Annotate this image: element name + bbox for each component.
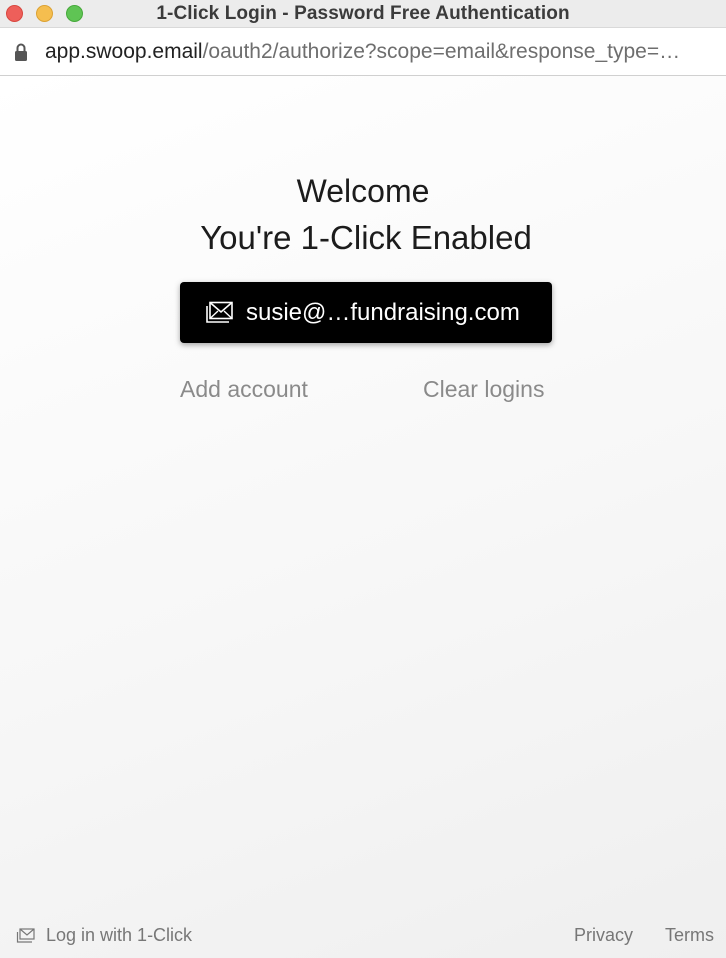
page-content: Welcome You're 1-Click Enabled susie@…fu…	[0, 76, 726, 958]
window-title: 1-Click Login - Password Free Authentica…	[156, 2, 570, 24]
maximize-window-button[interactable]	[66, 5, 83, 22]
clear-logins-link[interactable]: Clear logins	[423, 376, 544, 403]
close-window-button[interactable]	[6, 5, 23, 22]
lock-icon	[15, 43, 27, 61]
url-text[interactable]: app.swoop.email/oauth2/authorize?scope=e…	[45, 40, 680, 64]
account-email-label: susie@…fundraising.com	[246, 298, 520, 326]
url-host: app.swoop.email	[45, 39, 203, 63]
envelope-icon	[16, 927, 35, 943]
minimize-window-button[interactable]	[36, 5, 53, 22]
login-with-label: Log in with 1-Click	[46, 925, 193, 945]
privacy-link[interactable]: Privacy	[574, 925, 633, 946]
browser-window: 1-Click Login - Password Free Authentica…	[0, 0, 726, 958]
url-path: /oauth2/authorize?scope=email&response_t…	[202, 39, 681, 63]
enabled-subtitle: You're 1-Click Enabled	[200, 219, 532, 256]
url-bar[interactable]: app.swoop.email/oauth2/authorize?scope=e…	[0, 27, 726, 76]
login-with-1click-link[interactable]: Log in with 1-Click	[16, 925, 192, 946]
account-login-button[interactable]: susie@…fundraising.com	[180, 282, 552, 343]
welcome-heading: Welcome	[296, 173, 430, 209]
title-bar: 1-Click Login - Password Free Authentica…	[0, 0, 726, 27]
terms-link[interactable]: Terms	[665, 925, 714, 946]
envelope-icon	[206, 301, 233, 323]
add-account-link[interactable]: Add account	[180, 376, 308, 403]
